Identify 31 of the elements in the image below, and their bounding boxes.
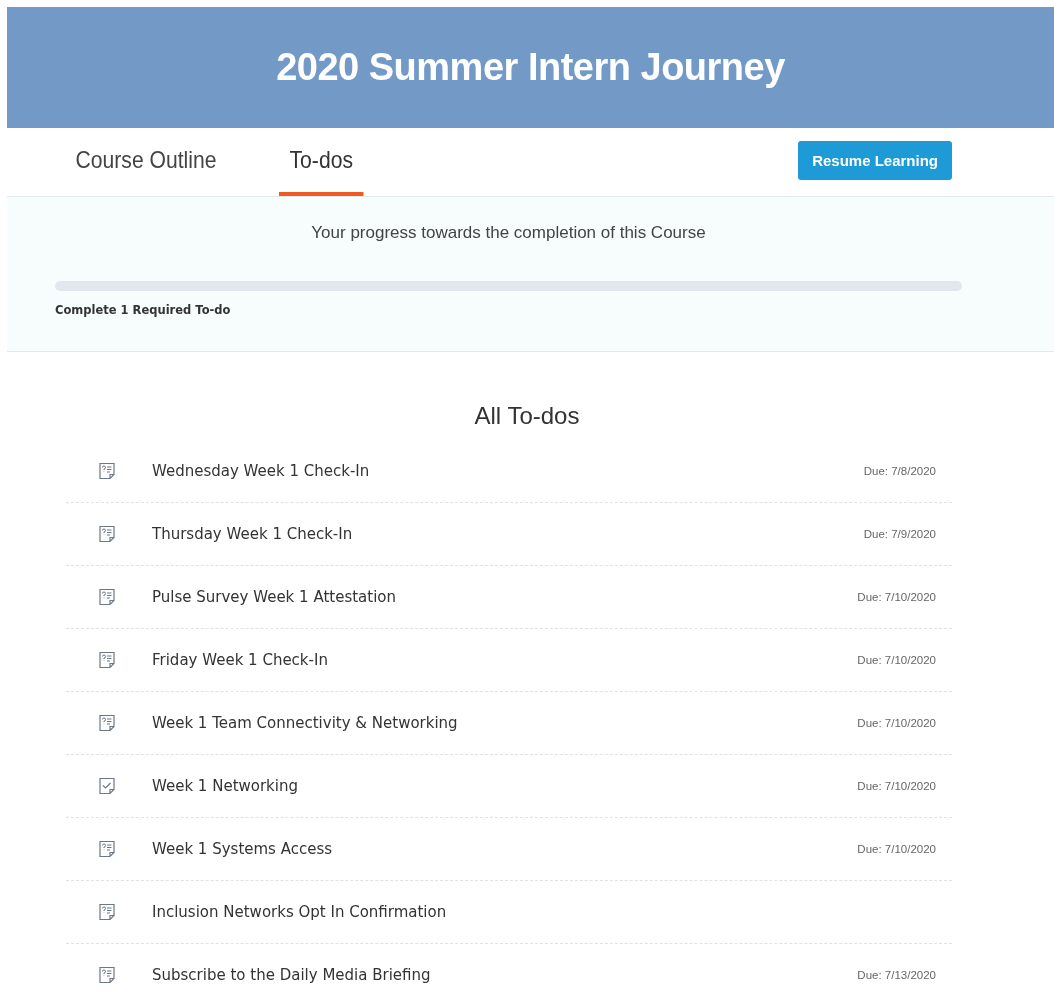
survey-icon: [98, 840, 116, 858]
survey-icon: [98, 714, 116, 732]
course-title: 2020 Summer Intern Journey: [276, 46, 785, 89]
todo-title[interactable]: Week 1 Networking: [152, 777, 858, 795]
survey-icon: [98, 903, 116, 921]
tab[interactable]: Course Outline: [65, 128, 227, 196]
todo-title[interactable]: Inclusion Networks Opt In Confirmation: [152, 903, 936, 921]
due-date: Due: 7/10/2020: [857, 717, 936, 729]
todo-title[interactable]: Wednesday Week 1 Check-In: [152, 462, 864, 480]
due-date: Due: 7/10/2020: [857, 780, 936, 792]
progress-caption: Your progress towards the completion of this Course: [310, 223, 707, 243]
checkmark-icon: [98, 777, 116, 795]
survey-icon: [98, 651, 116, 669]
due-date: Due: 7/8/2020: [863, 465, 936, 477]
todo-title[interactable]: Week 1 Systems Access: [152, 840, 858, 858]
todo-title[interactable]: Pulse Survey Week 1 Attestation: [152, 588, 858, 606]
survey-icon: [98, 462, 116, 480]
due-date: Due: 7/9/2020: [863, 528, 936, 540]
section-title: All To-dos: [473, 402, 581, 430]
todo-title[interactable]: Week 1 Team Connectivity & Networking: [152, 714, 858, 732]
todo-title[interactable]: Thursday Week 1 Check-In: [152, 525, 864, 543]
due-date: Due: 7/10/2020: [857, 591, 936, 603]
due-date: Due: 7/10/2020: [857, 843, 936, 855]
survey-icon: [98, 966, 116, 984]
due-date: Due: 7/13/2020: [857, 969, 936, 981]
todo-title[interactable]: Subscribe to the Daily Media Briefing: [152, 966, 858, 984]
due-date: Due: 7/10/2020: [857, 654, 936, 666]
todo-title[interactable]: Friday Week 1 Check-In: [152, 651, 858, 669]
progress-note: Complete 1 Required To-do: [55, 303, 232, 317]
survey-icon: [98, 588, 116, 606]
survey-icon: [98, 525, 116, 543]
